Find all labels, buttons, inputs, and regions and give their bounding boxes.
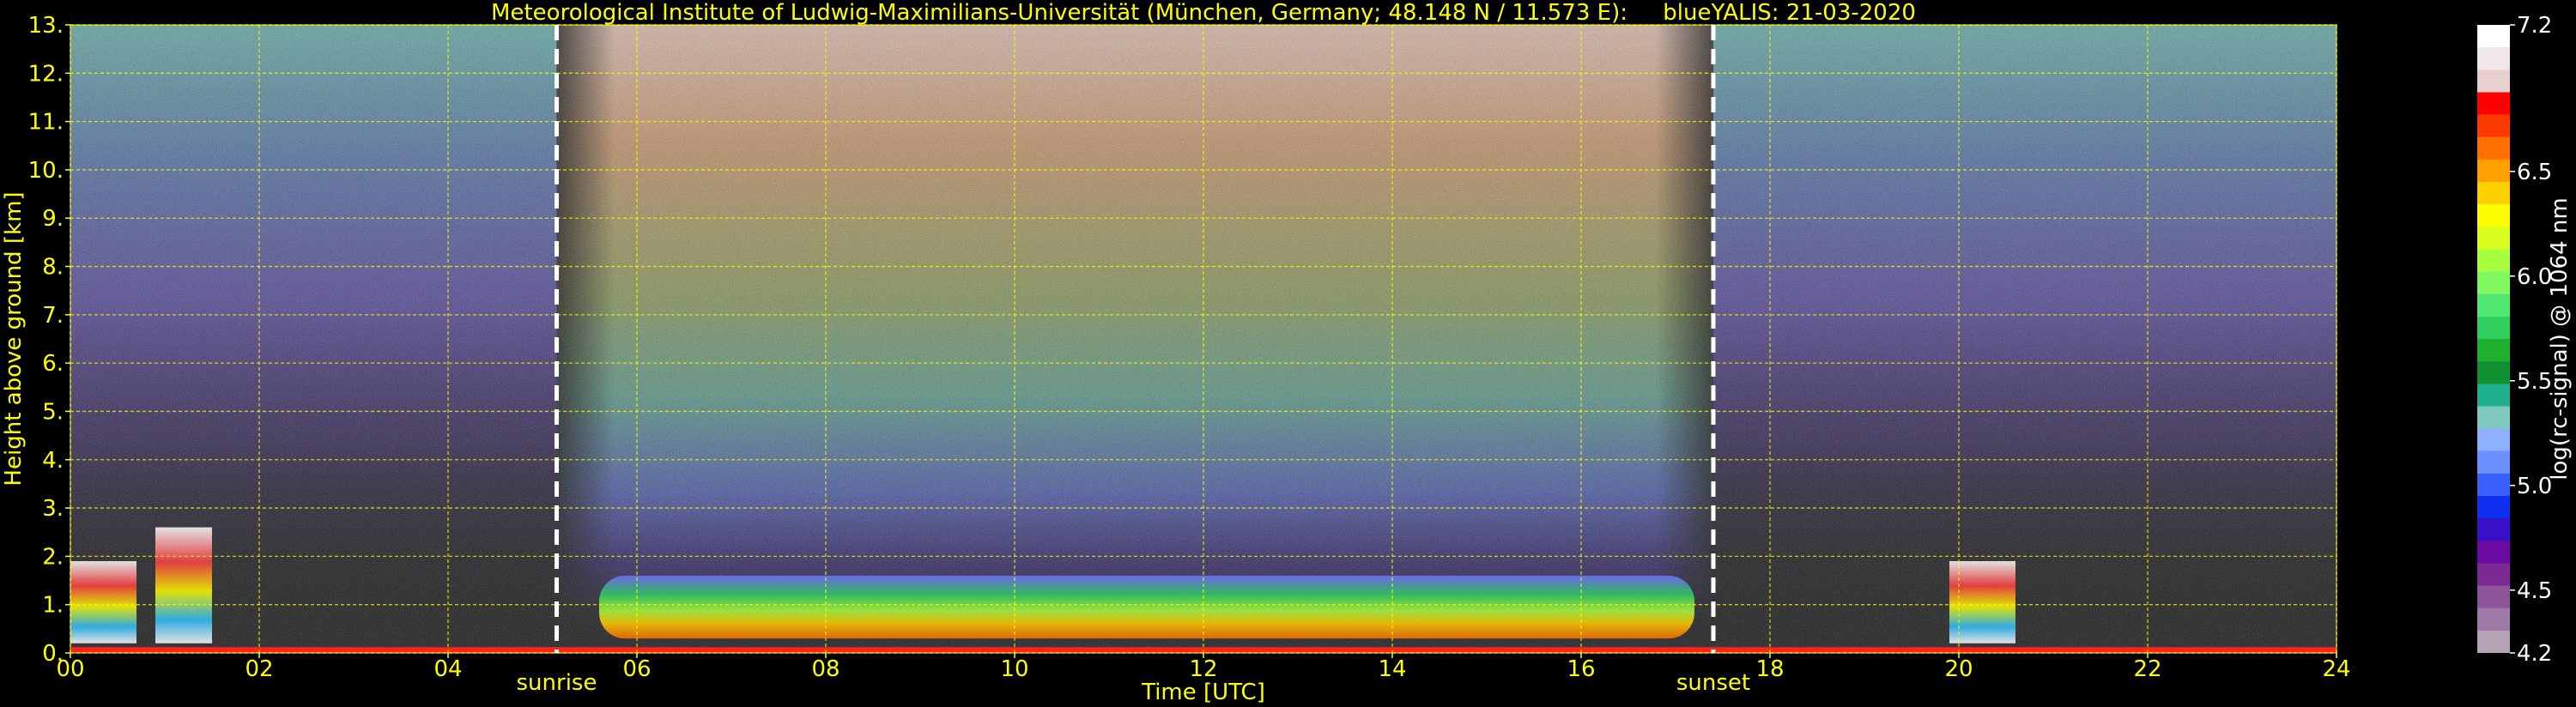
y-tick-label: 4. <box>42 448 64 474</box>
colorbar-tick-label: 7.2 <box>2517 13 2552 39</box>
colorbar: 4.24.55.05.56.06.57.2 log(rc-signal) @ 1… <box>2477 13 2573 667</box>
colorbar-tick-label: 4.2 <box>2517 641 2552 667</box>
y-tick-label: 0. <box>42 641 64 667</box>
y-tick-label: 13. <box>28 13 64 39</box>
y-axis-ticks: 0. 1. 2. 3. 4. 5. 6. 7. 8. 9. 10. 11. 12. 13. <box>28 13 70 667</box>
y-tick-label: 10. <box>28 158 64 184</box>
y-tick-label: 8. <box>42 255 64 281</box>
y-tick-label: 9. <box>42 206 64 232</box>
x-axis-ticks: 00 02 04 06 08 10 12 14 16 18 20 22 24 <box>56 653 2351 682</box>
lidar-time-height-chart: sunrise sunset 00 02 04 06 08 10 12 14 16 18 20 22 24… <box>1 0 2573 705</box>
colorbar-tick-label: 4.5 <box>2517 578 2552 604</box>
x-tick-label: 22 <box>2133 656 2161 682</box>
x-axis-label: Time [UTC] <box>1141 680 1265 705</box>
aerosol-layer <box>599 575 1694 639</box>
y-axis-label: Height above ground [km] <box>1 191 27 486</box>
x-tick-label: 02 <box>245 656 273 682</box>
y-tick-label: 7. <box>42 303 64 329</box>
colorbar-gradient <box>2477 25 2510 653</box>
low-cloud <box>70 561 136 644</box>
y-tick-label: 6. <box>42 351 64 377</box>
x-tick-label: 14 <box>1378 656 1406 682</box>
y-tick-label: 1. <box>42 593 64 619</box>
x-tick-label: 18 <box>1755 656 1784 682</box>
y-tick-label: 11. <box>28 110 64 136</box>
y-tick-label: 5. <box>42 399 64 425</box>
x-tick-label: 04 <box>433 656 462 682</box>
x-tick-label: 06 <box>622 656 651 682</box>
y-tick-label: 12. <box>28 61 64 87</box>
colorbar-tick-label: 6.5 <box>2517 160 2552 185</box>
chart-title: Meteorological Institute of Ludwig-Maxim… <box>491 0 1916 26</box>
x-tick-label: 24 <box>2322 656 2350 682</box>
colorbar-label: log(rc-signal) @ 1064 nm <box>2547 197 2573 480</box>
y-tick-label: 3. <box>42 496 64 522</box>
x-tick-label: 10 <box>1000 656 1028 682</box>
sun-marker-label: sunrise <box>517 670 597 696</box>
sun-marker-label: sunset <box>1676 670 1750 696</box>
colorbar-ticks: 4.24.55.05.56.06.57.2 <box>2510 13 2552 667</box>
x-tick-label: 16 <box>1567 656 1595 682</box>
x-tick-label: 12 <box>1189 656 1217 682</box>
y-tick-label: 2. <box>42 544 64 570</box>
x-tick-label: 08 <box>811 656 839 682</box>
x-tick-label: 20 <box>1944 656 1973 682</box>
low-cloud <box>155 527 212 644</box>
